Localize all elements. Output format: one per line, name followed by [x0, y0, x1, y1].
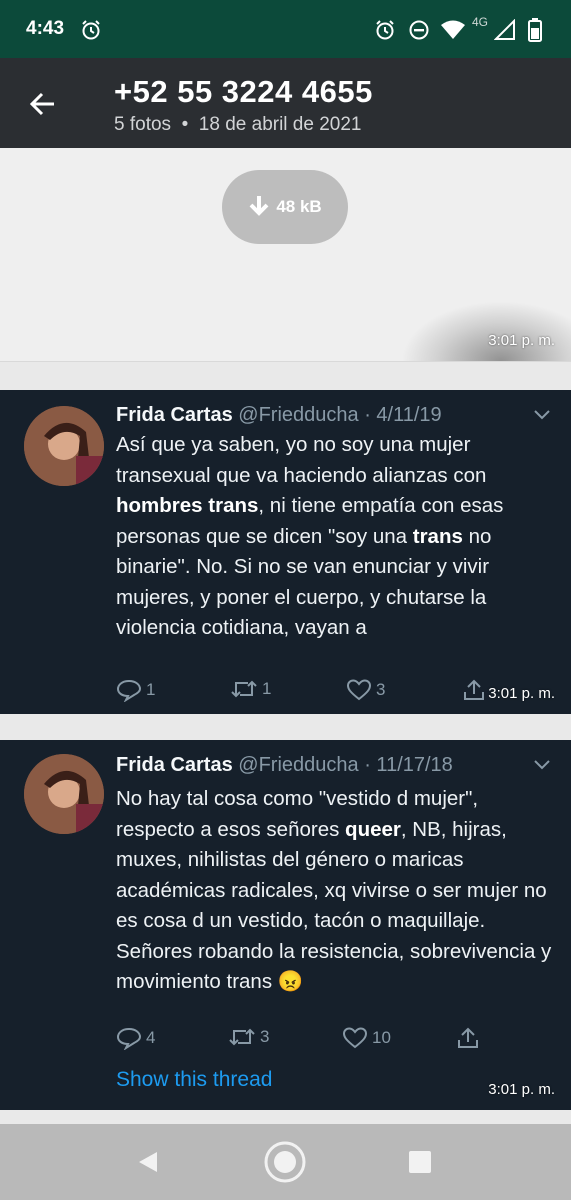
heart-icon [346, 679, 372, 701]
heart-icon [342, 1027, 368, 1049]
tweet-text-segment: , NB, hijras, muxes, nihilistas del géne… [116, 817, 552, 994]
square-recents-icon [409, 1151, 431, 1173]
arrow-left-icon [29, 92, 54, 116]
like-count: 3 [376, 680, 386, 699]
retweet-count: 1 [262, 679, 272, 698]
tweet-header: Frida Cartas @Friedducha · 4/11/19 [116, 404, 442, 427]
download-button[interactable]: 48 kB [222, 170, 348, 244]
status-bar: 4:43 4G [0, 0, 571, 58]
tweet-text: Así que ya saben, yo no soy una mujer tr… [116, 430, 556, 644]
tweet-author-name: Frida Cartas [116, 754, 233, 776]
download-arrow-icon [249, 196, 269, 216]
wifi-icon [440, 18, 466, 42]
network-type-label: 4G [472, 15, 489, 29]
reply-icon [116, 1027, 142, 1050]
tweet-text: No hay tal cosa como "vestido d mujer", … [116, 784, 556, 998]
photo-placeholder[interactable]: 48 kB 3:01 p. m. [0, 148, 571, 362]
avatar [24, 754, 104, 834]
tweet-text-bold: hombres trans [116, 494, 259, 517]
retweet-action: 3 [228, 1026, 269, 1048]
nav-recents-button[interactable] [398, 1140, 442, 1184]
share-icon [458, 1027, 478, 1048]
alarm-icon [374, 18, 396, 42]
reply-action: 4 [116, 1026, 155, 1050]
reply-count: 1 [146, 680, 156, 699]
share-action [462, 678, 486, 702]
app-bar: +52 55 3224 4655 5 fotos • 18 de abril d… [0, 58, 571, 148]
tweet-handle: @Friedducha [238, 754, 359, 776]
triangle-back-icon [139, 1152, 157, 1172]
tweet-text-segment: Así que ya saben, yo no soy una mujer tr… [116, 433, 487, 487]
reply-count: 4 [146, 1028, 156, 1047]
retweet-count: 3 [260, 1027, 270, 1046]
alarm-icon [80, 18, 102, 42]
tweet-text-bold: queer [345, 817, 401, 841]
like-action: 10 [342, 1026, 391, 1050]
nav-home-button[interactable] [263, 1140, 307, 1184]
message-timestamp: 3:01 p. m. [488, 1081, 555, 1098]
nav-back-button[interactable] [126, 1140, 170, 1184]
tweet-date: · 11/17/18 [364, 754, 453, 776]
signal-icon [494, 18, 516, 42]
tweet-screenshot[interactable]: Frida Cartas @Friedducha · 4/11/19 Así q… [0, 390, 571, 714]
tweet-screenshot[interactable]: Frida Cartas @Friedducha · 11/17/18 No h… [0, 740, 571, 1110]
share-action [456, 1026, 480, 1050]
like-count: 10 [372, 1028, 391, 1047]
battery-icon [528, 18, 542, 42]
retweet-action: 1 [230, 678, 271, 700]
tweet-date: · 4/11/19 [364, 404, 442, 426]
reply-icon [116, 679, 142, 702]
tweet-handle: @Friedducha [238, 404, 359, 426]
download-size: 48 kB [276, 197, 322, 216]
message-timestamp: 3:01 p. m. [488, 332, 555, 349]
tweet-author-name: Frida Cartas [116, 404, 233, 426]
show-thread-link: Show this thread [116, 1068, 273, 1091]
like-action: 3 [346, 678, 385, 702]
avatar [24, 406, 104, 486]
message-timestamp: 3:01 p. m. [488, 685, 555, 702]
navigation-bar [0, 1124, 571, 1200]
tweet-text-bold: trans [412, 524, 463, 548]
tweet-actions: 1 1 3 [116, 678, 496, 708]
tweet-actions: 4 3 10 [116, 1026, 496, 1056]
chevron-down-icon [533, 758, 551, 776]
contact-title: +52 55 3224 4655 [114, 74, 373, 109]
share-icon [464, 679, 484, 700]
home-circle-icon [264, 1141, 306, 1183]
status-time: 4:43 [26, 18, 65, 39]
tweet-header: Frida Cartas @Friedducha · 11/17/18 [116, 754, 453, 777]
chevron-down-icon [533, 408, 551, 426]
retweet-icon [231, 680, 257, 698]
do-not-disturb-icon [408, 18, 430, 42]
reply-action: 1 [116, 678, 155, 702]
back-button[interactable] [20, 84, 64, 124]
media-subtitle: 5 fotos • 18 de abril de 2021 [114, 114, 362, 135]
retweet-icon [229, 1028, 255, 1046]
